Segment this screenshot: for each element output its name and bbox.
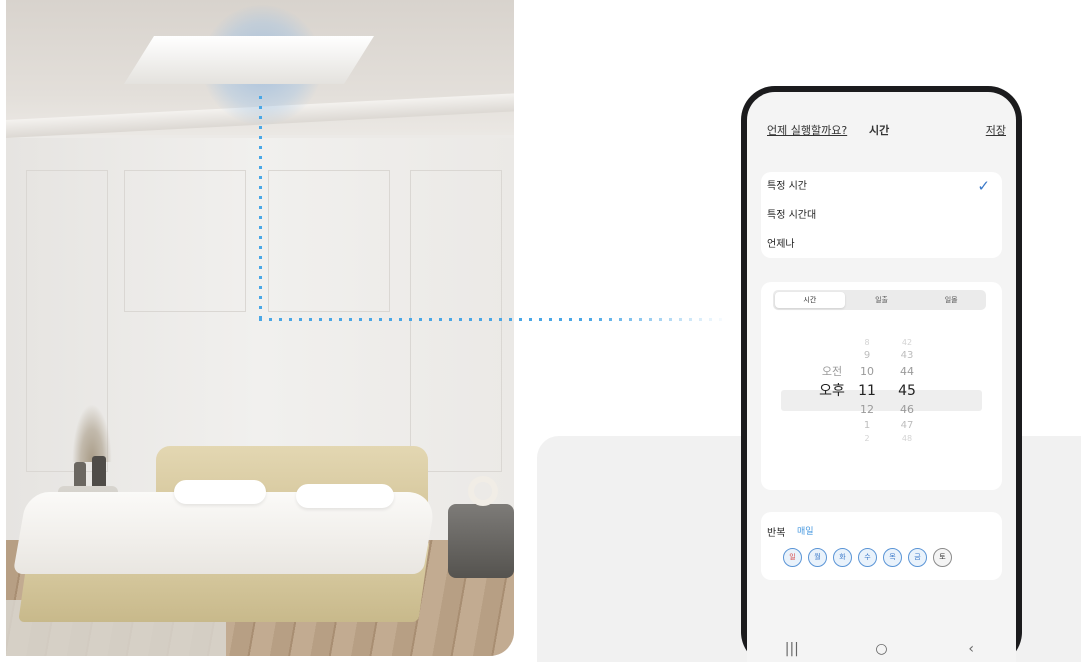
recent-apps-icon[interactable]: |||: [772, 641, 812, 657]
ceiling-ac-icon: [124, 36, 374, 84]
hour-option: 10: [860, 365, 874, 378]
connector-line-horizontal: [259, 318, 729, 321]
minute-option: 47: [900, 420, 914, 431]
hour-wheel[interactable]: 8 9 10 11 12 1 2: [853, 338, 881, 444]
repeat-label: 반복: [767, 528, 786, 539]
day-toggle-tue[interactable]: 화: [833, 548, 852, 567]
hour-selected: 11: [858, 383, 876, 399]
time-type-options: 특정 시간 ✓ 특정 시간대 언제나: [761, 172, 1002, 258]
day-toggle-fri[interactable]: 금: [908, 548, 927, 567]
hour-option: 1: [863, 420, 871, 431]
day-toggle-thu[interactable]: 목: [883, 548, 902, 567]
day-toggle-mon[interactable]: 월: [808, 548, 827, 567]
wall-panel: [124, 170, 246, 312]
minute-option: 48: [901, 434, 913, 443]
minute-option: 44: [900, 365, 914, 378]
minute-wheel[interactable]: 42 43 44 45 46 47 48: [893, 338, 921, 444]
weekday-selector: 일 월 화 수 목 금 토: [783, 548, 952, 567]
stage: 언제 실행할까요? 시간 저장 특정 시간 ✓ 특정 시간대 언제나 시간 일출…: [0, 0, 1081, 662]
time-picker-card: 시간 일출 일몰 오전 오후 8 9 10 11 12 1 2 42 43 44…: [761, 282, 1002, 490]
minute-option: 46: [900, 403, 914, 416]
ampm-option: 오전: [821, 365, 843, 378]
minute-option: 42: [901, 338, 913, 347]
time-mode-segmented-control: 시간 일출 일몰: [773, 290, 986, 310]
ampm-selected: 오후: [819, 383, 845, 399]
option-anytime[interactable]: 언제나: [761, 230, 1002, 259]
segment-time[interactable]: 시간: [775, 292, 845, 308]
option-time-range[interactable]: 특정 시간대: [761, 201, 1002, 230]
wall-panel: [268, 170, 390, 312]
repeat-card: 반복 매일 일 월 화 수 목 금 토: [761, 512, 1002, 580]
nightstand: [448, 504, 514, 578]
day-toggle-wed[interactable]: 수: [858, 548, 877, 567]
minute-selected: 45: [898, 383, 916, 399]
option-label: 특정 시간대: [767, 210, 817, 221]
option-specific-time[interactable]: 특정 시간 ✓: [761, 172, 1002, 201]
save-button[interactable]: 저장: [986, 122, 1006, 138]
pampas-grass-decor: [72, 404, 112, 462]
minute-option: 43: [900, 350, 914, 361]
vase: [92, 456, 106, 490]
hour-option: 9: [863, 350, 871, 361]
back-icon[interactable]: ‹: [951, 641, 991, 657]
wall-panel: [410, 170, 502, 472]
check-icon: ✓: [977, 177, 990, 195]
lamp-icon: [468, 476, 498, 506]
hour-option: 12: [860, 403, 874, 416]
phone-frame: 언제 실행할까요? 시간 저장 특정 시간 ✓ 특정 시간대 언제나 시간 일출…: [741, 86, 1022, 662]
option-label: 언제나: [767, 239, 795, 250]
segment-sunset[interactable]: 일몰: [916, 290, 986, 310]
back-link[interactable]: 언제 실행할까요?: [767, 122, 847, 138]
option-label: 특정 시간: [767, 181, 807, 192]
phone-screen: 언제 실행할까요? 시간 저장 특정 시간 ✓ 특정 시간대 언제나 시간 일출…: [747, 92, 1016, 662]
picker-selection-band: [781, 390, 982, 411]
hour-option: 2: [864, 434, 870, 443]
screen-header: 언제 실행할까요? 시간 저장: [747, 114, 1016, 140]
hour-option: 8: [864, 338, 870, 347]
repeat-value[interactable]: 매일: [797, 524, 814, 537]
connector-line-vertical: [259, 96, 262, 318]
pillow: [174, 480, 266, 504]
pillow: [296, 484, 394, 508]
home-icon[interactable]: ○: [861, 641, 901, 657]
page-title: 시간: [869, 124, 890, 137]
segment-sunrise[interactable]: 일출: [847, 290, 917, 310]
android-nav-bar: ||| ○ ‹: [747, 632, 1016, 662]
day-toggle-sat[interactable]: 토: [933, 548, 952, 567]
ampm-wheel[interactable]: 오전 오후: [817, 338, 847, 402]
day-toggle-sun[interactable]: 일: [783, 548, 802, 567]
